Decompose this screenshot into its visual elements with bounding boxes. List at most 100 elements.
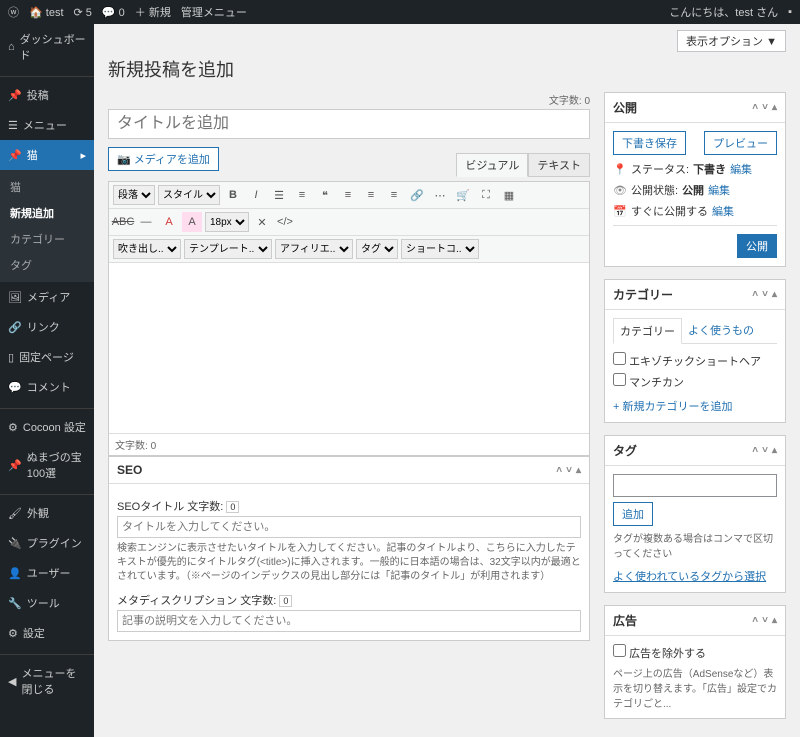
align-left-button[interactable]: ≡ — [338, 185, 358, 205]
submenu-cat[interactable]: カテゴリー — [0, 226, 94, 252]
bgcolor-button[interactable]: A — [182, 212, 202, 232]
chevron-up-icon[interactable]: ˄ — [752, 102, 758, 113]
tab-visual[interactable]: ビジュアル — [456, 153, 528, 177]
collapse-icon[interactable]: ▴ — [772, 102, 777, 113]
code-button[interactable]: </> — [275, 212, 295, 232]
align-center-button[interactable]: ≡ — [361, 185, 381, 205]
clear-button[interactable]: ✕ — [252, 212, 272, 232]
add-media-button[interactable]: 📷メディアを追加 — [108, 147, 219, 171]
collapse-icon[interactable]: ▴ — [772, 445, 777, 456]
seo-meta-input[interactable] — [117, 610, 581, 632]
submenu-all[interactable]: 猫 — [0, 174, 94, 200]
tag-select[interactable]: タグ — [356, 239, 398, 259]
editor-toolbar-2: ABC — A A 18px ✕ </> — [109, 209, 589, 236]
menu-media[interactable]: 🖼メディア — [0, 282, 94, 312]
ads-exclude[interactable]: 広告を除外する — [613, 648, 706, 660]
updates-icon[interactable]: ⟳ 5 — [74, 6, 92, 19]
menu-comments[interactable]: 💬コメント — [0, 372, 94, 402]
tab-text[interactable]: テキスト — [528, 153, 590, 177]
screen-options-button[interactable]: 表示オプション ▼ — [677, 30, 786, 52]
comments-icon[interactable]: 💬 0 — [102, 6, 125, 19]
chevron-up-icon[interactable]: ˄ — [752, 445, 758, 456]
collapse-icon[interactable]: ▴ — [576, 465, 581, 476]
color-button[interactable]: A — [159, 212, 179, 232]
cat-tab-popular[interactable]: よく使うもの — [682, 318, 760, 343]
collapse-icon[interactable]: ▴ — [772, 615, 777, 626]
publish-button[interactable]: 公開 — [737, 234, 777, 258]
align-right-button[interactable]: ≡ — [384, 185, 404, 205]
wp-logo-icon[interactable]: ⓦ — [8, 4, 19, 20]
editor-body[interactable] — [109, 263, 589, 433]
avatar-icon[interactable]: ▪ — [788, 6, 792, 18]
paragraph-select[interactable]: 段落 — [113, 185, 155, 205]
ol-button[interactable]: ≡ — [292, 185, 312, 205]
edit-status[interactable]: 編集 — [730, 161, 752, 177]
menu-pages[interactable]: ▯固定ページ — [0, 342, 94, 372]
fullscreen-button[interactable]: ⛶ — [476, 185, 496, 205]
ads-checkbox[interactable] — [613, 644, 626, 657]
menu-cocoon[interactable]: ⚙Cocoon 設定 — [0, 412, 94, 442]
chevron-down-icon[interactable]: ˅ — [566, 465, 572, 476]
site-home[interactable]: 🏠 test — [29, 6, 64, 19]
add-tag-button[interactable]: 追加 — [613, 502, 653, 526]
menu-links[interactable]: 🔗リンク — [0, 312, 94, 342]
chevron-up-icon[interactable]: ˄ — [752, 615, 758, 626]
affiliate-select[interactable]: アフィリエ.. — [275, 239, 353, 259]
menu-dashboard[interactable]: ⌂ダッシュボード — [0, 24, 94, 70]
cat-checkbox[interactable] — [613, 373, 626, 386]
bold-button[interactable]: B — [223, 185, 243, 205]
submenu-new[interactable]: 新規追加 — [0, 200, 94, 226]
menu-posts[interactable]: 📌投稿 — [0, 80, 94, 110]
hr-button[interactable]: — — [136, 212, 156, 232]
menu-settings[interactable]: ⚙設定 — [0, 618, 94, 648]
ul-button[interactable]: ☰ — [269, 185, 289, 205]
edit-schedule[interactable]: 編集 — [712, 203, 734, 219]
menu-tools[interactable]: 🔧ツール — [0, 588, 94, 618]
cat-item-0[interactable]: エキゾチックショートヘア — [613, 350, 777, 371]
menu-menu[interactable]: ☰メニュー — [0, 110, 94, 140]
edit-visibility[interactable]: 編集 — [708, 182, 730, 198]
submenu-tag[interactable]: タグ — [0, 252, 94, 278]
editor-toolbar-1: 段落 スタイル B I ☰ ≡ ❝ ≡ ≡ ≡ 🔗 ⋯ 🛒 ⛶ — [109, 182, 589, 209]
tag-input[interactable] — [613, 474, 777, 497]
more-button[interactable]: ⋯ — [430, 185, 450, 205]
balloon-select[interactable]: 吹き出し.. — [113, 239, 181, 259]
menu-users[interactable]: 👤ユーザー — [0, 558, 94, 588]
greeting[interactable]: こんにちは、test さん — [669, 4, 778, 20]
italic-button[interactable]: I — [246, 185, 266, 205]
cat-tab-all[interactable]: カテゴリー — [613, 318, 682, 344]
toggle-toolbar-button[interactable]: ▦ — [499, 185, 519, 205]
menu-collapse[interactable]: ◀メニューを閉じる — [0, 658, 94, 704]
strike-button[interactable]: ABC — [113, 212, 133, 232]
menu-cat[interactable]: 📌猫▸ — [0, 140, 94, 170]
template-select[interactable]: テンプレート.. — [184, 239, 272, 259]
media-icon: 🖼 — [8, 291, 22, 304]
chevron-up-icon[interactable]: ˄ — [556, 465, 562, 476]
cat-checkbox[interactable] — [613, 352, 626, 365]
save-draft-button[interactable]: 下書き保存 — [613, 131, 686, 155]
cart-button[interactable]: 🛒 — [453, 185, 473, 205]
preview-button[interactable]: プレビュー — [704, 131, 777, 155]
add-category-link[interactable]: + 新規カテゴリーを追加 — [613, 398, 777, 414]
menu-numazu[interactable]: 📌ぬまづの宝100選 — [0, 442, 94, 488]
style-select[interactable]: スタイル — [158, 185, 220, 205]
chevron-down-icon[interactable]: ˅ — [762, 102, 768, 113]
new-content[interactable]: ＋ 新規 — [135, 4, 171, 20]
manage-menu[interactable]: 管理メニュー — [181, 4, 247, 20]
chevron-down-icon[interactable]: ˅ — [762, 615, 768, 626]
cat-item-1[interactable]: マンチカン — [613, 371, 777, 392]
settings-icon: ⚙ — [8, 627, 18, 640]
link-button[interactable]: 🔗 — [407, 185, 427, 205]
collapse-icon[interactable]: ▴ — [772, 289, 777, 300]
categories-box: カテゴリー˄˅▴ カテゴリー よく使うもの エキゾチックショートヘア マンチカン… — [604, 279, 786, 423]
chevron-down-icon[interactable]: ˅ — [762, 445, 768, 456]
quote-button[interactable]: ❝ — [315, 185, 335, 205]
chevron-up-icon[interactable]: ˄ — [752, 289, 758, 300]
chevron-down-icon[interactable]: ˅ — [762, 289, 768, 300]
post-title-input[interactable] — [108, 109, 590, 139]
fontsize-select[interactable]: 18px — [205, 212, 249, 232]
shortcode-select[interactable]: ショートコ.. — [401, 239, 479, 259]
seo-title-input[interactable] — [117, 516, 581, 538]
popular-tags-link[interactable]: よく使われているタグから選択 — [613, 568, 777, 584]
menu-appearance[interactable]: 🖌外観 — [0, 498, 94, 528]
